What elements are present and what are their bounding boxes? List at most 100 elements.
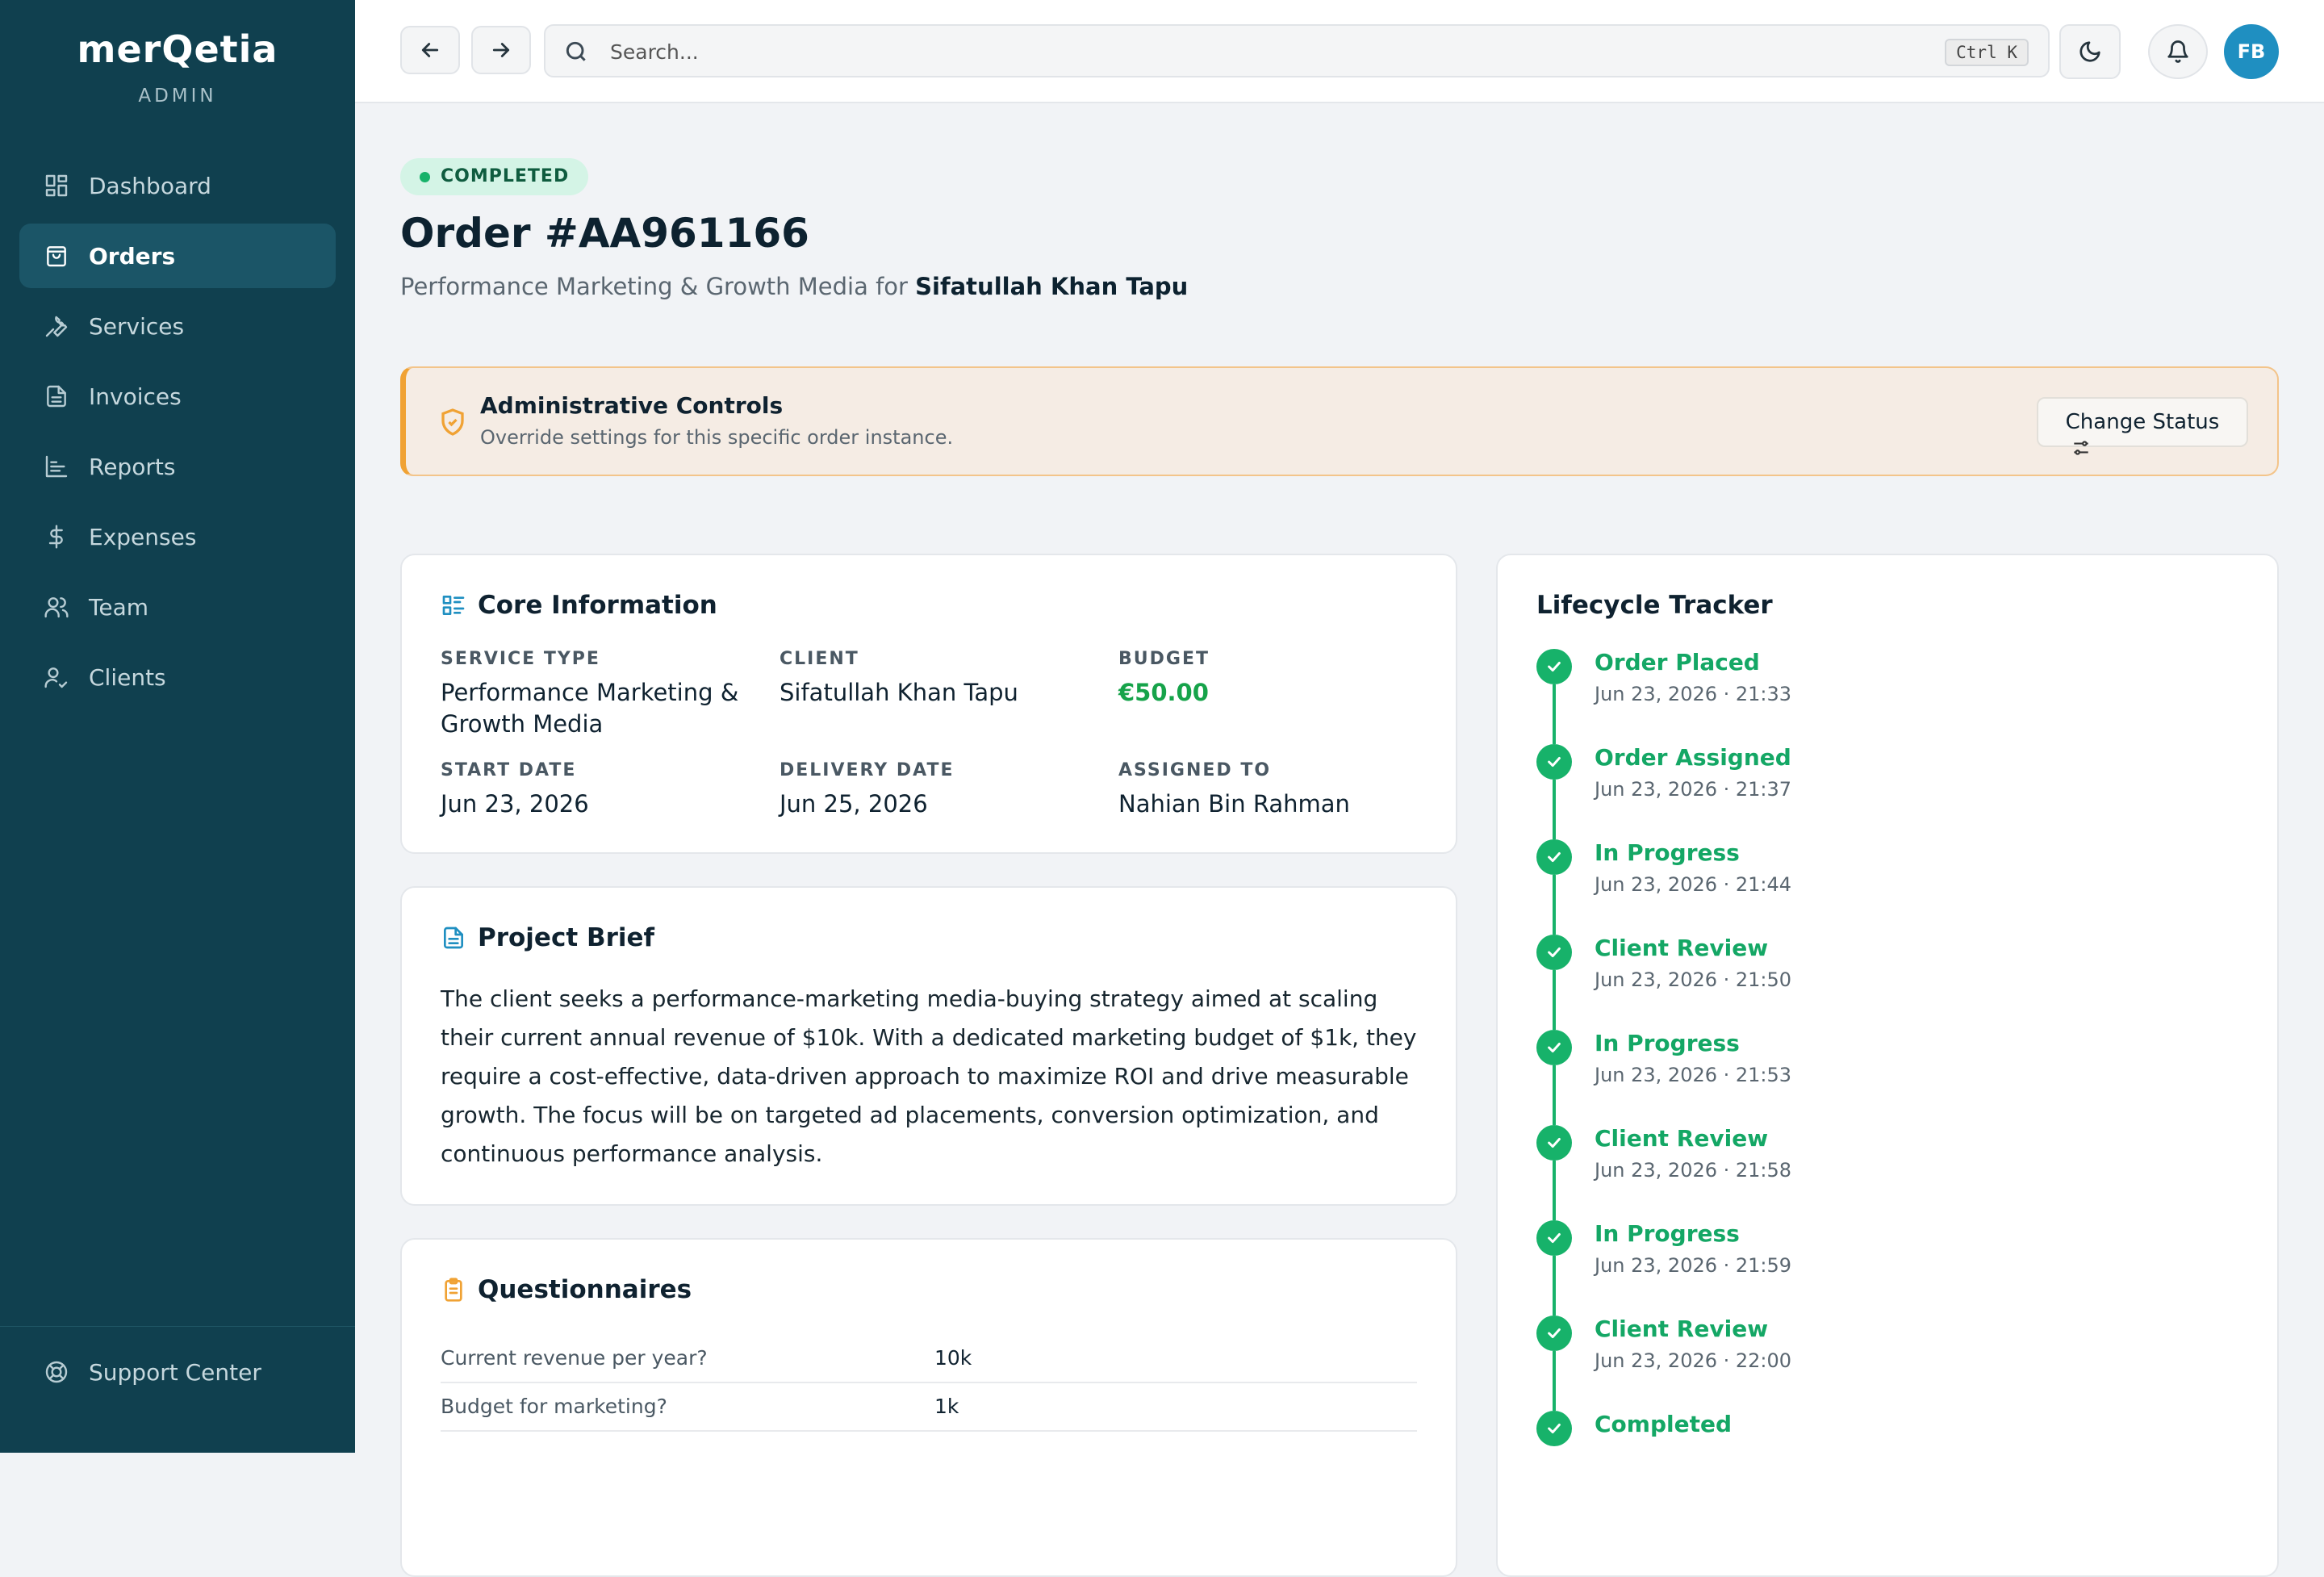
question-text: Current revenue per year? xyxy=(441,1346,708,1370)
dollar-icon xyxy=(48,525,63,549)
shield-check-icon xyxy=(441,408,464,436)
check-circle-icon xyxy=(1536,935,1572,970)
questionnaires-card: Questionnaires Current revenue per year?… xyxy=(400,1238,1457,1577)
field-label: ASSIGNED TO xyxy=(1118,760,1272,780)
lifecycle-tracker-card: Lifecycle Tracker Order Placed Jun 23, 20… xyxy=(1496,554,2279,1577)
timeline-event-time: Jun 23, 2026 · 22:00 xyxy=(1595,1349,1792,1372)
timeline-event-name: Client Review xyxy=(1595,1316,1769,1342)
answer-text: 10k xyxy=(934,1346,972,1370)
field-assigned-to: ASSIGNED TO Nahian Bin Rahman xyxy=(1118,760,1425,820)
check-circle-icon xyxy=(1536,1030,1572,1065)
arrow-right-icon xyxy=(492,43,510,57)
timeline-event-time: Jun 23, 2026 · 21:33 xyxy=(1595,683,1792,705)
check-circle-icon xyxy=(1536,1411,1572,1446)
card-title: Core Information xyxy=(441,591,717,620)
project-brief-text: The client seeks a performance-marketing… xyxy=(441,985,1417,1167)
document-icon xyxy=(47,385,66,408)
subtitle-client: Sifatullah Khan Tapu xyxy=(915,273,1189,300)
timeline-event-time: Jun 23, 2026 · 21:58 xyxy=(1595,1159,1792,1182)
search-shortcut: Ctrl K xyxy=(1945,39,2029,66)
field-label: BUDGET xyxy=(1118,649,1210,669)
sidebar-item-label: Orders xyxy=(89,242,176,270)
sidebar-item-dashboard[interactable]: Dashboard xyxy=(19,153,336,218)
sidebar-item-label: Invoices xyxy=(89,383,182,410)
timeline-event: Order Assigned Jun 23, 2026 · 21:37 xyxy=(1536,744,2021,817)
search-icon xyxy=(566,41,586,61)
field-start-date: START DATE Jun 23, 2026 xyxy=(441,760,747,820)
check-circle-icon xyxy=(1536,744,1572,780)
admin-controls-panel: Administrative Controls Override setting… xyxy=(400,366,2279,476)
document-icon xyxy=(444,927,463,949)
project-brief-card: Project Brief The client seeks a perform… xyxy=(400,886,1457,1206)
support-center-area: Support Center xyxy=(19,1324,336,1410)
field-service-type: SERVICE TYPE Performance Marketing & Gro… xyxy=(441,649,747,740)
question-text: Budget for marketing? xyxy=(441,1395,667,1418)
dashboard-icon xyxy=(45,174,68,197)
sidebar-item-services[interactable]: Services xyxy=(19,294,336,358)
sidebar-item-label: Expenses xyxy=(89,523,197,550)
field-label: START DATE xyxy=(441,760,577,780)
sidebar-nav: Dashboard Orders Services Invoices Repor… xyxy=(19,153,336,715)
moon-icon xyxy=(2079,41,2100,62)
card-title: Project Brief xyxy=(441,923,654,952)
sidebar-item-clients[interactable]: Clients xyxy=(19,645,336,709)
sidebar-item-label: Reports xyxy=(89,453,176,480)
check-circle-icon xyxy=(1536,1220,1572,1256)
field-budget: BUDGET €50.00 xyxy=(1118,649,1425,709)
topbar: Ctrl K FB xyxy=(355,0,2324,103)
questionnaire-row: Budget for marketing? 1k xyxy=(441,1383,1417,1432)
timeline-event: Client Review Jun 23, 2026 · 21:58 xyxy=(1536,1125,2021,1198)
admin-controls-description: Override settings for this specific orde… xyxy=(480,426,954,449)
notifications-button[interactable] xyxy=(2148,24,2208,79)
team-icon xyxy=(44,597,69,618)
sidebar-item-expenses[interactable]: Expenses xyxy=(19,504,336,569)
field-delivery-date: DELIVERY DATE Jun 25, 2026 xyxy=(780,760,1086,820)
timeline-event-name: In Progress xyxy=(1595,1030,1740,1056)
check-circle-icon xyxy=(1536,1316,1572,1351)
sidebar-item-invoices[interactable]: Invoices xyxy=(19,364,336,429)
timeline-event-time: Jun 23, 2026 · 21:59 xyxy=(1595,1254,1792,1277)
forward-button[interactable] xyxy=(471,26,531,74)
timeline-event-name: Completed xyxy=(1595,1411,1733,1437)
card-title: Questionnaires xyxy=(441,1275,692,1304)
timeline-event-name: Order Placed xyxy=(1595,649,1760,676)
field-value: Performance Marketing & Growth Media xyxy=(441,679,739,738)
timeline-event-time: Jun 23, 2026 · 21:53 xyxy=(1595,1064,1792,1086)
chart-icon xyxy=(45,455,68,478)
sidebar-item-team[interactable]: Team xyxy=(19,575,336,639)
sidebar-item-orders[interactable]: Orders xyxy=(19,224,336,288)
field-value: Sifatullah Khan Tapu xyxy=(780,679,1018,706)
avatar[interactable]: FB xyxy=(2224,24,2279,79)
timeline-event: Completed xyxy=(1536,1411,2021,1483)
timeline-event-time: Jun 23, 2026 · 21:37 xyxy=(1595,778,1792,801)
project-brief-title: Project Brief xyxy=(478,923,654,952)
change-status-button[interactable]: Change Status xyxy=(2037,397,2248,455)
answer-text: 1k xyxy=(934,1395,959,1418)
sidebar-item-support-center[interactable]: Support Center xyxy=(19,1340,336,1404)
field-label: CLIENT xyxy=(780,649,859,669)
timeline-event: Client Review Jun 23, 2026 · 22:00 xyxy=(1536,1316,2021,1388)
timeline-event: In Progress Jun 23, 2026 · 21:59 xyxy=(1536,1220,2021,1293)
field-value: Jun 25, 2026 xyxy=(780,790,928,818)
app-logo[interactable]: merQetia xyxy=(0,27,355,71)
field-value: Nahian Bin Rahman xyxy=(1118,790,1350,818)
field-label: SERVICE TYPE xyxy=(441,649,600,669)
search-input[interactable] xyxy=(610,36,1901,68)
sidebar-item-label: Support Center xyxy=(89,1358,261,1386)
field-value: Jun 23, 2026 xyxy=(441,790,589,818)
subtitle-service: Performance Marketing & Growth Media for xyxy=(400,273,916,300)
check-circle-icon xyxy=(1536,1125,1572,1161)
timeline-event-name: Client Review xyxy=(1595,935,1769,961)
clipboard-icon xyxy=(445,1278,462,1302)
timeline-event: Order Placed Jun 23, 2026 · 21:33 xyxy=(1536,649,2021,722)
sidebar-item-reports[interactable]: Reports xyxy=(19,434,336,499)
sidebar-item-label: Services xyxy=(89,312,185,340)
theme-toggle-button[interactable] xyxy=(2059,24,2121,79)
questionnaires-title: Questionnaires xyxy=(478,1275,692,1304)
back-button[interactable] xyxy=(400,26,460,74)
sidebar-item-label: Dashboard xyxy=(89,172,211,199)
bag-icon xyxy=(47,246,66,267)
change-status-label: Change Status xyxy=(2065,410,2220,434)
sidebar-item-label: Team xyxy=(89,593,149,621)
timeline-event-time: Jun 23, 2026 · 21:44 xyxy=(1595,873,1792,896)
